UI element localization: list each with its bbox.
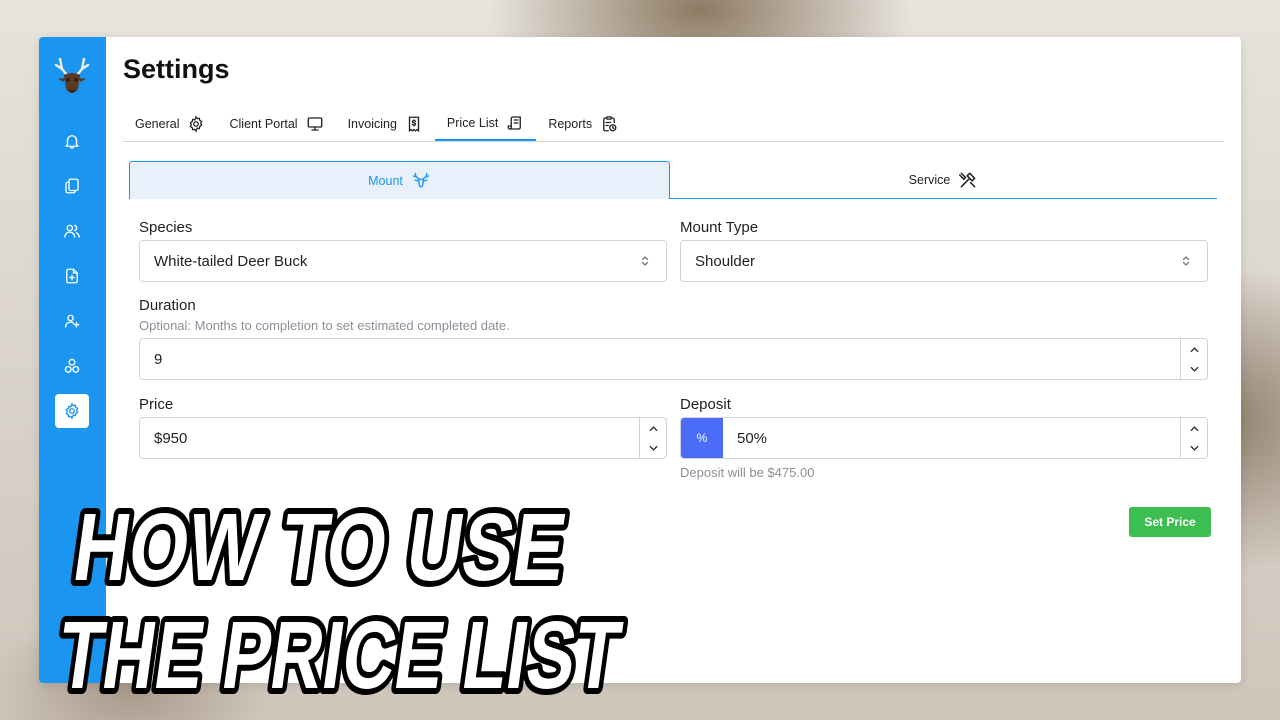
price-input[interactable]: $950 bbox=[139, 417, 667, 459]
chevron-up-icon bbox=[1190, 425, 1198, 431]
main-content: Settings General Client Portal Invoicing… bbox=[106, 37, 1241, 683]
clipboard-clock-icon bbox=[603, 116, 617, 132]
nav-clients[interactable] bbox=[55, 214, 89, 248]
app-window: Settings General Client Portal Invoicing… bbox=[39, 37, 1241, 683]
price-stepper bbox=[639, 418, 666, 458]
documents-icon bbox=[65, 178, 79, 194]
chevron-up-down-icon bbox=[641, 256, 649, 266]
deposit-hint: Deposit will be $475.00 bbox=[680, 465, 815, 480]
chevron-down-icon bbox=[1190, 366, 1198, 372]
price-type-tabs: Mount Service bbox=[129, 161, 1217, 199]
decrement-button[interactable] bbox=[1181, 359, 1207, 379]
set-price-button[interactable]: Set Price bbox=[1129, 507, 1211, 537]
tab-label: Invoicing bbox=[347, 117, 397, 131]
gear-icon bbox=[190, 115, 203, 133]
species-value: White-tailed Deer Buck bbox=[154, 252, 308, 270]
increment-button[interactable] bbox=[1181, 418, 1207, 438]
bell-icon bbox=[65, 135, 79, 149]
duration-input[interactable]: 9 bbox=[139, 338, 1208, 380]
user-plus-icon bbox=[64, 314, 80, 328]
tab-price-list[interactable]: Price List bbox=[434, 107, 537, 141]
mount-type-select[interactable]: Shoulder bbox=[680, 240, 1208, 282]
tab-label: Reports bbox=[548, 117, 593, 131]
monitor-icon bbox=[307, 117, 323, 131]
species-label: Species bbox=[139, 219, 193, 236]
mount-type-value: Shoulder bbox=[695, 252, 756, 270]
chevron-up-icon bbox=[649, 425, 657, 431]
deposit-stepper bbox=[1180, 418, 1207, 458]
chevron-up-icon bbox=[1190, 346, 1198, 352]
percent-toggle-button[interactable]: % bbox=[681, 418, 723, 458]
circles-icon bbox=[64, 358, 80, 373]
duration-value: 9 bbox=[154, 350, 163, 368]
price-label: Price bbox=[139, 396, 174, 413]
tab-label: General bbox=[135, 117, 180, 131]
file-plus-icon bbox=[66, 268, 78, 284]
deer-logo-icon[interactable] bbox=[52, 53, 92, 101]
nav-add-user[interactable] bbox=[55, 304, 89, 338]
nav-notifications[interactable] bbox=[55, 124, 89, 158]
chevron-down-icon bbox=[1190, 445, 1198, 451]
deposit-label: Deposit bbox=[680, 396, 731, 413]
page-title: Settings bbox=[123, 54, 230, 84]
duration-label: Duration bbox=[139, 297, 196, 314]
chevron-down-icon bbox=[649, 445, 657, 451]
tab-reports[interactable]: Reports bbox=[536, 107, 630, 141]
tab-client-portal[interactable]: Client Portal bbox=[217, 107, 335, 141]
decrement-button[interactable] bbox=[1181, 438, 1207, 458]
subtab-label: Service bbox=[908, 172, 951, 187]
deposit-value: 50% bbox=[737, 429, 768, 447]
species-select[interactable]: White-tailed Deer Buck bbox=[139, 240, 667, 282]
decrement-button[interactable] bbox=[640, 438, 666, 458]
receipt-icon bbox=[408, 116, 420, 133]
subtab-mount[interactable]: Mount bbox=[129, 161, 670, 199]
mount-type-label: Mount Type bbox=[680, 219, 759, 236]
nav-new-document[interactable] bbox=[55, 259, 89, 293]
gear-icon bbox=[65, 402, 79, 420]
chevron-up-down-icon bbox=[1182, 256, 1190, 266]
tab-general[interactable]: General bbox=[123, 107, 217, 141]
nav-settings[interactable] bbox=[55, 394, 89, 428]
duration-stepper bbox=[1180, 339, 1207, 379]
tab-invoicing[interactable]: Invoicing bbox=[336, 107, 435, 141]
deer-icon bbox=[412, 172, 430, 187]
duration-hint: Optional: Months to completion to set es… bbox=[139, 318, 510, 333]
subtab-service[interactable]: Service bbox=[670, 161, 1217, 199]
tab-label: Price List bbox=[446, 116, 499, 130]
users-icon bbox=[64, 224, 80, 238]
subtab-label: Mount bbox=[368, 173, 403, 188]
tools-icon bbox=[959, 172, 976, 187]
sidebar bbox=[39, 37, 106, 683]
nav-documents[interactable] bbox=[55, 169, 89, 203]
settings-tabs: General Client Portal Invoicing Price Li… bbox=[123, 107, 1224, 142]
scroll-icon bbox=[507, 116, 522, 130]
increment-button[interactable] bbox=[640, 418, 666, 438]
increment-button[interactable] bbox=[1181, 339, 1207, 359]
nav-groups[interactable] bbox=[55, 349, 89, 383]
tab-label: Client Portal bbox=[229, 117, 298, 131]
deposit-input[interactable]: % 50% bbox=[680, 417, 1208, 459]
price-value: $950 bbox=[154, 429, 188, 447]
